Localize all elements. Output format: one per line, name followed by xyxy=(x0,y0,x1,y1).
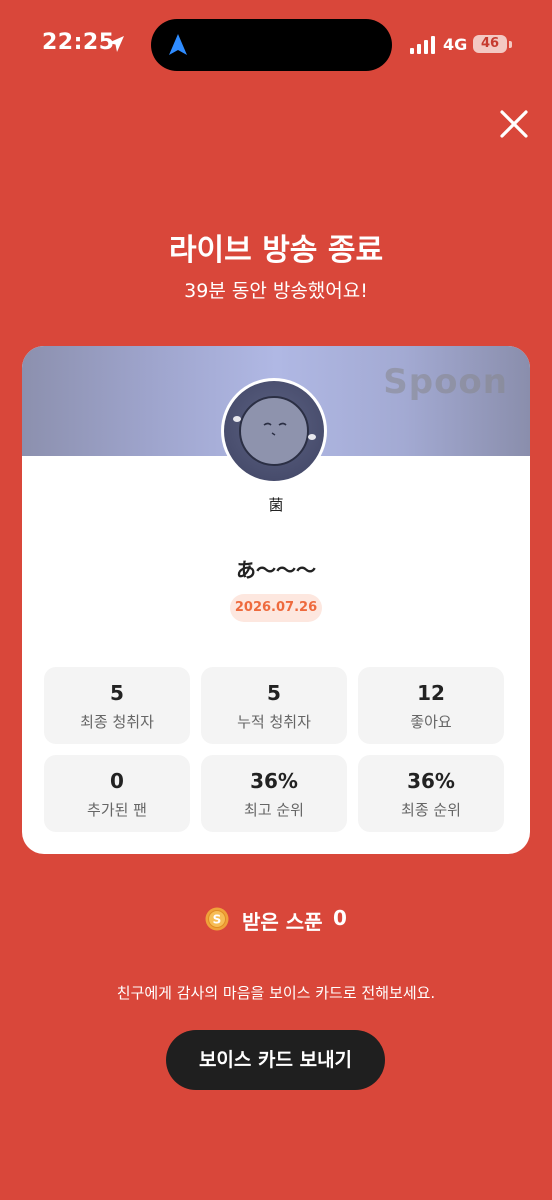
received-spoon-count: 0 xyxy=(333,906,347,930)
stat-value: 36% xyxy=(407,769,455,793)
stat-value: 5 xyxy=(110,681,124,705)
battery-indicator: 46 xyxy=(473,35,507,53)
location-arrow-icon xyxy=(108,36,124,52)
received-spoon-row: S 받은 스푼 0 xyxy=(0,903,552,935)
date-badge: 2026.07.26 xyxy=(230,594,322,622)
stat-label: 최종 청취자 xyxy=(80,713,154,731)
broadcast-title: あ〜〜〜 xyxy=(236,558,316,582)
stat-value: 12 xyxy=(417,681,445,705)
received-spoon-label: 받은 스푼 xyxy=(242,910,323,934)
brand-logo: Spoon xyxy=(383,362,508,402)
navigation-icon xyxy=(169,34,187,55)
stat-likes: 12 좋아요 xyxy=(358,667,504,744)
coin-icon: S xyxy=(205,907,229,931)
stat-value: 5 xyxy=(267,681,281,705)
stat-total-listeners: 5 누적 청취자 xyxy=(201,667,347,744)
close-button[interactable] xyxy=(496,106,532,142)
stat-final-listeners: 5 최종 청취자 xyxy=(44,667,190,744)
stat-value: 0 xyxy=(110,769,124,793)
page-subtitle: 39분 동안 방송했어요! xyxy=(184,280,368,302)
stat-value: 36% xyxy=(250,769,298,793)
voice-card-message: 친구에게 감사의 마음을 보이스 카드로 전해보세요. xyxy=(116,984,436,1002)
avatar xyxy=(221,378,327,484)
page-title: 라이브 방송 종료 xyxy=(168,233,384,268)
broadcast-summary-card: Spoon 菌 あ〜〜〜 2026.07.26 5 최종 청취자 5 누적 청취… xyxy=(22,346,530,854)
status-bar: 22:25 4G 46 xyxy=(0,0,552,90)
network-label: 4G xyxy=(443,35,468,54)
stat-label: 최종 순위 xyxy=(401,801,461,819)
battery-tip xyxy=(509,41,512,48)
stat-label: 최고 순위 xyxy=(244,801,304,819)
stat-best-rank: 36% 최고 순위 xyxy=(201,755,347,832)
avatar-illustration xyxy=(233,396,316,466)
stat-label: 추가된 팬 xyxy=(87,801,147,819)
stat-new-fans: 0 추가된 팬 xyxy=(44,755,190,832)
stat-label: 좋아요 xyxy=(410,713,452,731)
stat-label: 누적 청취자 xyxy=(237,713,311,731)
dynamic-island xyxy=(151,19,392,71)
stat-final-rank: 36% 최종 순위 xyxy=(358,755,504,832)
status-time: 22:25 xyxy=(42,30,115,55)
signal-icon xyxy=(410,36,435,54)
svg-text:S: S xyxy=(213,913,222,927)
send-voice-card-button[interactable]: 보이스 카드 보내기 xyxy=(166,1030,385,1090)
username: 菌 xyxy=(268,496,284,514)
close-icon xyxy=(500,110,528,138)
